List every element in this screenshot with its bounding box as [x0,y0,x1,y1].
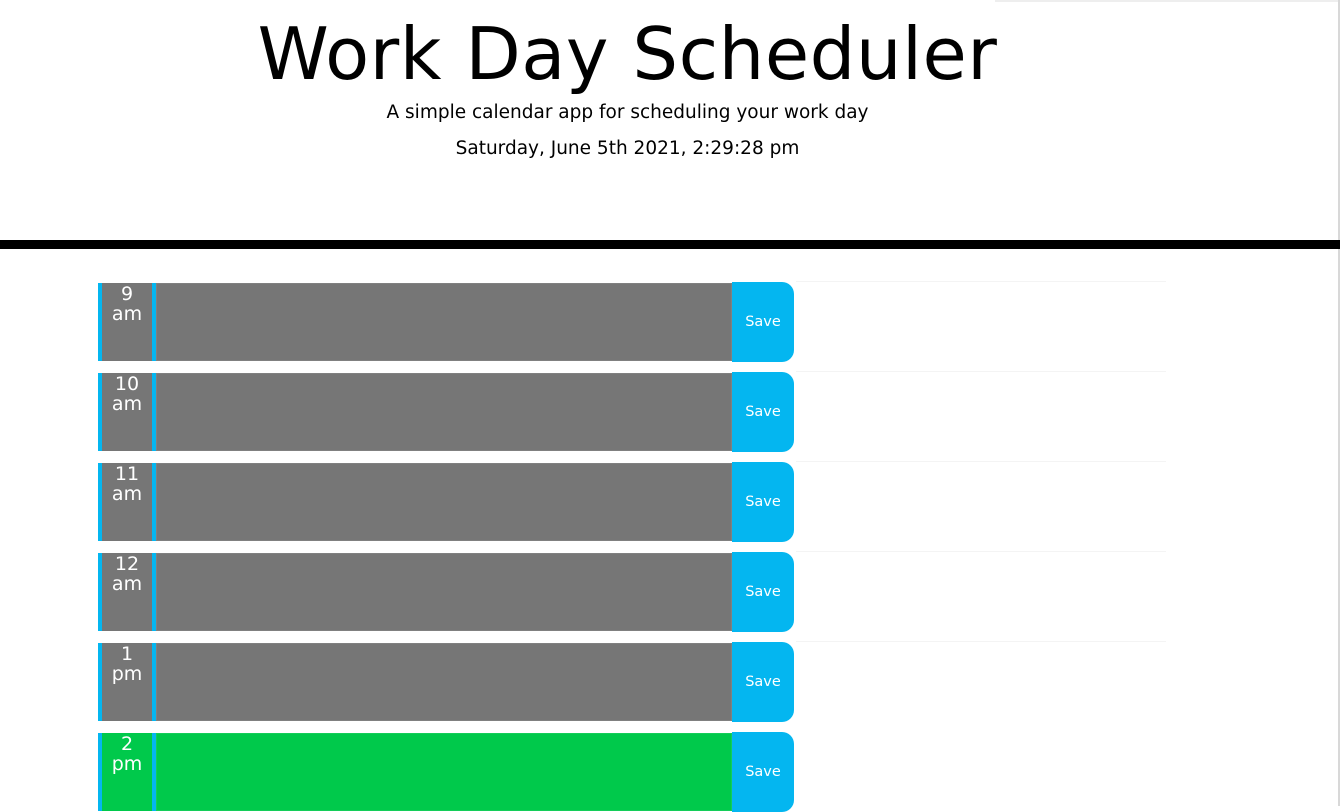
divider-line [796,281,1166,282]
divider-line [796,371,1166,372]
event-description-input[interactable] [156,553,732,631]
page-subtitle: A simple calendar app for scheduling you… [386,102,869,123]
save-button[interactable]: Save [732,552,794,632]
save-button[interactable]: Save [732,372,794,452]
hour-number: 1 [120,643,134,665]
save-button[interactable]: Save [732,732,794,812]
hour-period: pm [111,753,143,775]
current-day: Saturday, June 5th 2021, 2:29:28 pm [455,138,800,159]
hour-period: am [111,483,143,505]
hour-number: 2 [120,733,134,755]
event-description-input[interactable] [156,643,732,721]
divider-line [796,461,1166,462]
save-button[interactable]: Save [732,282,794,362]
hour-period: pm [111,663,143,685]
header-divider [0,240,1340,249]
hour-label: 11 am [98,463,156,541]
time-block-row: 9 am Save [98,282,794,362]
divider-line [796,641,1166,642]
hour-label: 10 am [98,373,156,451]
hour-number: 11 [114,463,140,485]
hour-period: am [111,393,143,415]
hour-label: 9 am [98,283,156,361]
divider-line [796,551,1166,552]
event-description-input[interactable] [156,463,732,541]
time-block-row: 1 pm Save [98,642,794,722]
jumbotron-header: Work Day Scheduler A simple calendar app… [0,0,1342,240]
hour-number: 9 [120,283,134,305]
hour-period: am [111,573,143,595]
save-button[interactable]: Save [732,642,794,722]
hour-label: 2 pm [98,733,156,811]
event-description-input[interactable] [156,733,732,811]
event-description-input[interactable] [156,283,732,361]
time-block-row: 12 am Save [98,552,794,632]
time-block-row: 11 am Save [98,462,794,542]
save-button[interactable]: Save [732,462,794,542]
hour-period: am [111,303,143,325]
time-block-row: 10 am Save [98,372,794,452]
hour-number: 12 [114,553,140,575]
page-title: Work Day Scheduler [257,12,998,96]
hour-label: 1 pm [98,643,156,721]
time-block-row: 2 pm Save [98,732,794,812]
hour-label: 12 am [98,553,156,631]
event-description-input[interactable] [156,373,732,451]
hour-number: 10 [114,373,140,395]
